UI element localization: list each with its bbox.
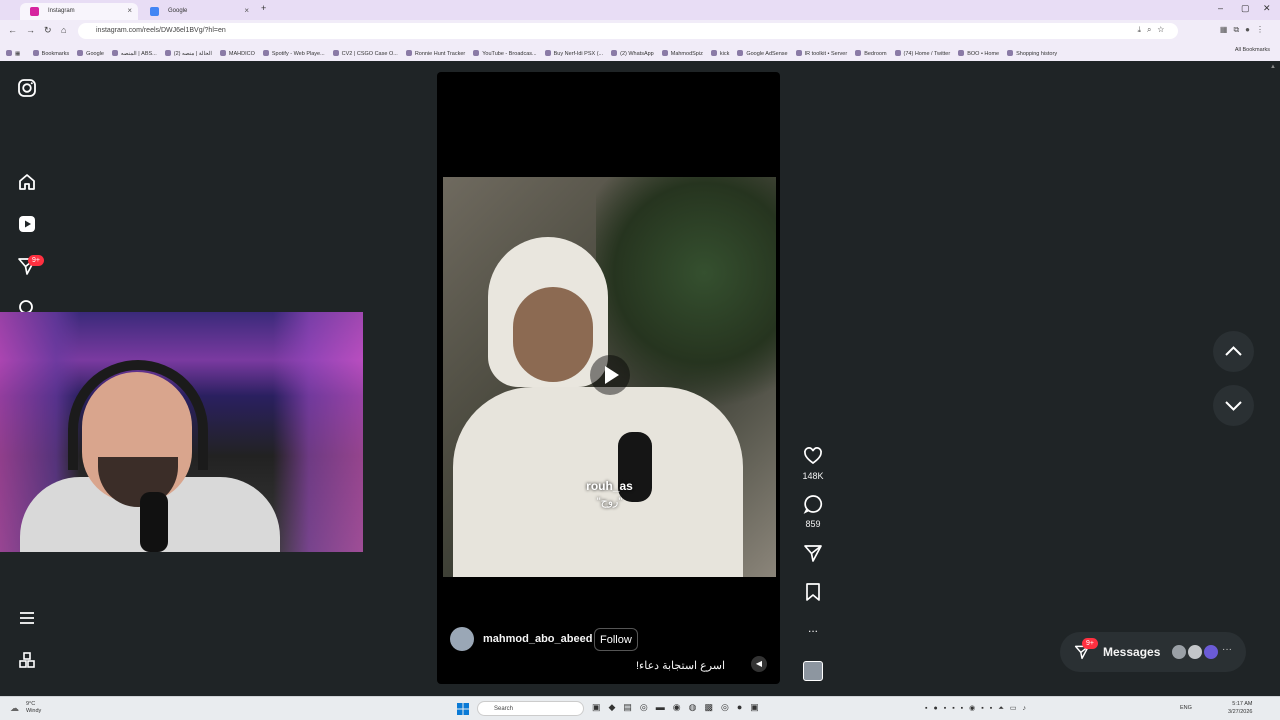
maximize-icon[interactable]: ▢ xyxy=(1241,3,1250,14)
comments-count: 859 xyxy=(805,519,821,529)
apps-icon[interactable]: ▦ xyxy=(6,50,20,57)
microphone-icon xyxy=(140,492,168,552)
address-row: ← → ↻ ⌂ instagram.com/reels/DWJ6el1BVg/?… xyxy=(0,20,1280,42)
all-bookmarks-button[interactable]: All Bookmarks xyxy=(1235,47,1270,53)
video-person-face xyxy=(513,287,593,382)
share-icon[interactable] xyxy=(803,543,823,563)
follow-button[interactable]: Follow xyxy=(594,628,638,651)
close-icon[interactable]: × xyxy=(127,6,132,15)
bookmark-item[interactable]: Ronnie Hunt Tracker xyxy=(406,50,465,57)
bookmark-item[interactable]: (2) WhatsApp xyxy=(611,50,654,57)
date-text: 3/27/2026 xyxy=(1228,709,1253,715)
tab-google[interactable]: Google × xyxy=(140,3,255,20)
weather-icon: ☁ xyxy=(10,703,19,713)
windows-start-icon[interactable] xyxy=(457,703,469,715)
close-window-icon[interactable]: ✕ xyxy=(1263,3,1271,14)
bookmark-item[interactable]: MAHDICO xyxy=(220,50,255,57)
bookmark-item[interactable]: (2) الحالة | منصه xyxy=(165,50,212,57)
bookmark-item[interactable]: MahmodSpiz xyxy=(662,50,703,57)
bookmark-item[interactable]: Bedroom xyxy=(855,50,886,57)
omnibox-actions-icon[interactable]: ⤓⌕☆ xyxy=(1137,25,1170,35)
avatar[interactable] xyxy=(450,627,474,651)
bookmark-item[interactable]: Google AdSense xyxy=(737,50,787,57)
chevron-down-icon[interactable] xyxy=(1213,385,1254,426)
minimize-icon[interactable]: – xyxy=(1218,3,1223,13)
bookmark-item[interactable]: IR toolkit • Server xyxy=(796,50,848,57)
bookmarks-bar: ▦ Bookmarks Google المنصه | ABS... (2) الحا… xyxy=(0,42,1280,59)
instagram-logo-icon[interactable] xyxy=(17,78,37,98)
url-text: instagram.com/reels/DWJ6el1BVg/?hl=en xyxy=(96,27,226,34)
bookmark-item[interactable]: Bookmarks xyxy=(33,50,70,57)
weather-widget[interactable]: 9°C Windy xyxy=(26,701,41,715)
chevron-up-icon[interactable] xyxy=(1213,331,1254,372)
messages-label: Messages xyxy=(1103,645,1161,659)
home-icon[interactable] xyxy=(17,172,37,192)
tab-label: Google xyxy=(168,8,188,14)
headset-icon xyxy=(68,360,208,470)
more-options-icon[interactable]: ... xyxy=(794,621,832,635)
reel-username[interactable]: mahmod_abo_abeed xyxy=(483,633,592,645)
clock[interactable]: 5:17 AM 3/27/2026 xyxy=(1228,700,1252,716)
weather-temp: 9°C xyxy=(26,701,36,707)
bookmark-item[interactable]: Spotify - Web Playe... xyxy=(263,50,325,57)
weather-desc: Windy xyxy=(26,708,42,714)
taskbar-search[interactable]: Search xyxy=(477,701,584,716)
bookmark-item[interactable]: Shopping history xyxy=(1007,50,1057,57)
bookmark-item[interactable]: YouTube - Broadcas... xyxy=(473,50,536,57)
scrollbar-up-icon[interactable]: ▲ xyxy=(1270,64,1276,70)
led-light xyxy=(273,312,363,552)
messages-button[interactable]: 9+ Messages ··· xyxy=(1060,632,1246,672)
new-tab-button[interactable]: + xyxy=(261,3,266,13)
avatar xyxy=(1187,644,1203,660)
instagram-page: 9+ rouh_as "روح" mahmod_abo_abeed Follow… xyxy=(0,61,1280,696)
tab-instagram[interactable]: Instagram × xyxy=(20,3,138,20)
bookmark-item[interactable]: المنصه | ABS... xyxy=(112,50,157,57)
video-watermark-arabic: "روح" xyxy=(596,496,623,508)
comment-icon[interactable] xyxy=(803,494,823,514)
bookmark-item[interactable]: kick xyxy=(711,50,729,57)
messages-badge: 9+ xyxy=(1082,638,1098,649)
home-icon[interactable]: ⌂ xyxy=(61,25,66,35)
extensions-icon[interactable]: ▦⧉●⋮ xyxy=(1220,25,1270,35)
bookmark-item[interactable]: Buy Nerf-Idi PSX (... xyxy=(545,50,604,57)
notifications-badge: 9+ xyxy=(28,255,44,266)
play-icon[interactable] xyxy=(590,355,630,395)
address-bar[interactable]: instagram.com/reels/DWJ6el1BVg/?hl=en xyxy=(78,23,1178,39)
browser-chrome: Instagram × Google × + – ▢ ✕ ← → ↻ ⌂ ins… xyxy=(0,0,1280,61)
reel-card: rouh_as "روح" mahmod_abo_abeed Follow اس… xyxy=(437,72,780,684)
google-favicon-icon xyxy=(150,7,159,16)
back-icon[interactable]: ← xyxy=(8,25,17,35)
time-text: 5:17 AM xyxy=(1232,701,1253,707)
tab-strip: Instagram × Google × + – ▢ ✕ xyxy=(0,0,1280,20)
search-label: Search xyxy=(494,706,514,712)
audio-thumbnail[interactable] xyxy=(803,661,823,681)
more-icon: ··· xyxy=(1222,644,1232,655)
bookmark-icon[interactable] xyxy=(803,582,823,602)
webcam-overlay xyxy=(0,312,363,552)
more-apps-icon[interactable] xyxy=(17,650,37,670)
reels-icon[interactable] xyxy=(17,214,37,234)
language-indicator[interactable]: ENG xyxy=(1180,705,1192,711)
avatar xyxy=(1203,644,1219,660)
bookmark-item[interactable]: Google xyxy=(77,50,104,57)
heart-icon[interactable] xyxy=(803,446,823,466)
taskbar: ☁ 9°C Windy Search ▣◆▤◎▬◉◍▩◎●▣ ▪●▪▪▪◉▪▪⏶… xyxy=(0,696,1280,720)
reel-video[interactable]: rouh_as "روح" xyxy=(443,177,776,577)
taskbar-apps-icon[interactable]: ▣◆▤◎▬◉◍▩◎●▣ xyxy=(592,702,767,713)
bookmark-item[interactable]: BOO • Home xyxy=(958,50,999,57)
bookmark-item[interactable]: (74) Home / Twitter xyxy=(895,50,951,57)
volume-icon[interactable]: ◀ xyxy=(751,656,767,672)
system-tray-icon[interactable]: ▪●▪▪▪◉▪▪⏶▭♪ xyxy=(925,704,1032,713)
likes-count: 148K xyxy=(802,471,824,481)
reload-icon[interactable]: ↻ xyxy=(44,25,52,36)
close-icon[interactable]: × xyxy=(244,6,249,15)
forward-icon[interactable]: → xyxy=(26,25,35,35)
reel-caption: اسرع استجابة دعاء! xyxy=(636,660,726,672)
tab-label: Instagram xyxy=(48,8,75,14)
bookmark-item[interactable]: CV2 | CSGO Case O... xyxy=(333,50,398,57)
instagram-favicon-icon xyxy=(30,7,39,16)
menu-icon[interactable] xyxy=(17,608,37,628)
video-watermark: rouh_as xyxy=(586,479,633,493)
avatar xyxy=(1171,644,1187,660)
